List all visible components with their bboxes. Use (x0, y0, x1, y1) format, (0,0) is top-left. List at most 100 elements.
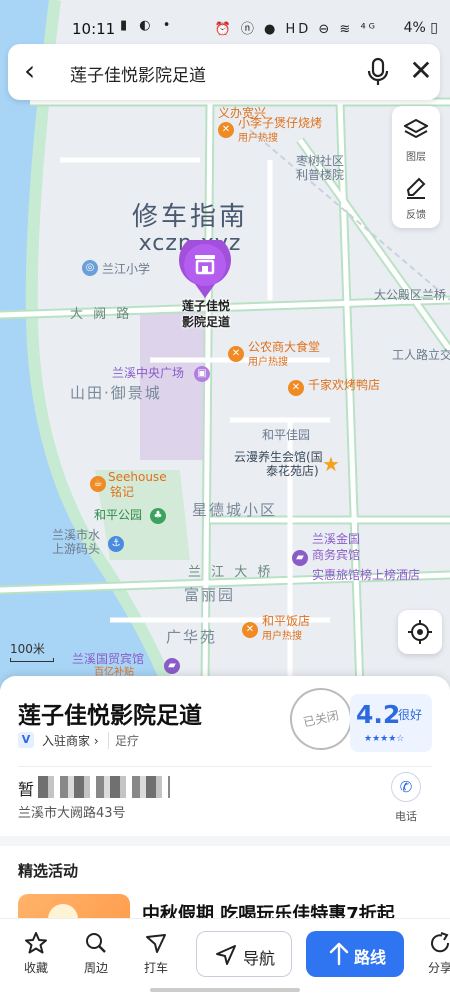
poi-coffee2: 铭记 (110, 485, 135, 499)
rating-score: 4.2 (356, 700, 401, 729)
poi-zhongyang[interactable]: 兰溪中央广场 (112, 366, 184, 380)
favorite-button[interactable]: 收藏 (14, 931, 58, 976)
share-label: 分享 (427, 961, 450, 975)
poi-gongnong-sub: 用户热搜 (248, 357, 288, 368)
locate-icon (408, 620, 432, 644)
poi-yunman[interactable]: 云漫养生会馆(国 (234, 450, 323, 464)
layers-label: 图层 (406, 152, 426, 163)
verified-badge: V (18, 732, 34, 748)
hotel-icon[interactable]: ▰ (164, 658, 180, 674)
section-gap (0, 836, 450, 846)
pin-label-line2: 影院足道 (181, 315, 230, 329)
search-query[interactable]: 莲子佳悦影院足道 (70, 61, 206, 86)
poi-yunman2: 泰花苑店) (266, 464, 319, 478)
closed-stamp: 已关闭 (284, 682, 358, 756)
nearby-button[interactable]: 周边 (74, 931, 118, 976)
search-bar[interactable]: ‹ 莲子佳悦影院足道 ✕ (8, 44, 440, 100)
merchant-tag[interactable]: 入驻商家 › (42, 732, 99, 749)
anchor-icon[interactable]: ⚓ (108, 536, 124, 552)
rating-desc: 很好 (398, 708, 423, 722)
shopping-icon[interactable]: ▣ (194, 366, 210, 382)
activity-section-title: 精选活动 (18, 862, 79, 880)
poi-lizi-sub: 用户热搜 (238, 133, 278, 144)
area-shantian: 山田·御景城 (70, 384, 162, 402)
taxi-label: 打车 (143, 961, 168, 975)
map-label-gongren: 工人路立交桥 (392, 348, 450, 362)
poi-lizi[interactable]: 小李子煲仔烧烤 (238, 116, 322, 130)
pin-label-line1: 莲子佳悦 (181, 299, 230, 313)
poi-gongnong[interactable]: 公农商大食堂 (248, 340, 320, 354)
hotel-icon[interactable]: ▰ (292, 550, 308, 566)
poi-jinguo2: 商务宾馆 (312, 548, 361, 562)
watermark-cn: 修车指南 (132, 202, 249, 232)
area-xingde: 星德城小区 (192, 501, 278, 519)
hours-prefix: 暂 (18, 780, 35, 799)
feedback-button[interactable]: 反馈 (392, 168, 440, 224)
selected-place-pin[interactable] (178, 234, 232, 300)
restaurant-icon[interactable]: ✕ (242, 622, 258, 638)
battery-indicator: 4% ▯ (403, 20, 438, 36)
navigation-arrow-icon (216, 945, 236, 965)
area-guanghua: 广华苑 (166, 628, 218, 646)
taxi-icon (146, 934, 166, 953)
category-tag: 足疗 (108, 732, 139, 749)
map-label-hepingjia: 和平佳园 (262, 428, 311, 442)
call-button[interactable]: ✆ 电话 (388, 772, 424, 826)
poi-heping-park[interactable]: 和平公园 (94, 508, 142, 522)
map-tools-panel: 图层 反馈 (392, 106, 440, 228)
status-bar: 10:11 ▮ ◐ • ⏰ ⓝ ● HD ⊖ ≋ ⁴ᴳ 4% ▯ (0, 0, 450, 40)
share-button[interactable]: 分享 (418, 931, 450, 976)
route-label: 路线 (354, 948, 387, 967)
scale-label: 100米 (10, 642, 45, 656)
star-icon[interactable]: ★ (322, 452, 340, 476)
poi-shihui[interactable]: 实惠旅馆榜上榜酒店 (312, 568, 420, 582)
blurred-hours (38, 776, 170, 798)
route-button[interactable]: 路线 (306, 931, 404, 977)
nearby-label: 周边 (83, 961, 108, 975)
close-icon[interactable]: ✕ (406, 54, 436, 88)
layers-button[interactable]: 图层 (392, 110, 440, 166)
poi-pier2: 上游码头 (52, 542, 101, 556)
home-indicator (150, 988, 300, 992)
status-time: 10:11 (72, 20, 116, 38)
call-label: 电话 (395, 810, 417, 823)
map-scale: 100米 (10, 640, 54, 662)
park-icon[interactable]: ♣ (150, 508, 166, 524)
poi-pier[interactable]: 兰溪市水 (52, 528, 100, 542)
microphone-icon[interactable] (364, 57, 392, 87)
map-pin-icon (179, 234, 231, 298)
map-label-village: 枣树社区 (296, 154, 345, 168)
taxi-button[interactable]: 打车 (134, 931, 178, 976)
status-left-icons: ▮ ◐ • (120, 18, 175, 33)
poi-coffee[interactable]: Seehouse (108, 470, 167, 484)
poi-qianjia[interactable]: 千家欢烤鸭店 (308, 378, 380, 392)
poi-school[interactable]: 兰江小学 (102, 262, 150, 276)
rating-stars: ★★★★☆ (364, 734, 405, 744)
selected-place-label: 莲子佳悦 影院足道 (170, 298, 242, 330)
share-icon (431, 932, 450, 953)
poi-heping-hotel[interactable]: 和平饭店 (262, 614, 310, 628)
search-icon (86, 933, 106, 953)
restaurant-icon[interactable]: ✕ (228, 346, 244, 362)
layers-icon (404, 118, 428, 139)
map-view[interactable]: 义办宽兴 ✕ 小李子煲仔烧烤 用户热搜 枣树社区 利普楼院 ◎ 兰江小学 大 阙… (0, 0, 450, 690)
restaurant-icon[interactable]: ✕ (288, 380, 304, 396)
locate-button[interactable] (398, 610, 442, 654)
road-dayue: 大 阙 路 (70, 307, 133, 322)
place-address[interactable]: 兰溪市大阙路43号 (18, 802, 126, 821)
restaurant-icon[interactable]: ✕ (218, 122, 234, 138)
route-arrow-icon (329, 942, 349, 966)
star-outline-icon (25, 932, 47, 954)
back-arrow-icon[interactable]: ‹ (24, 56, 52, 88)
poi-jinguo[interactable]: 兰溪金国 (312, 532, 360, 546)
phone-icon: ✆ (391, 772, 421, 802)
cafe-icon[interactable]: ☕ (90, 476, 106, 492)
map-label-village2: 利普楼院 (296, 168, 345, 182)
poi-guomao[interactable]: 兰溪国贸宾馆 (72, 652, 144, 666)
navigate-button[interactable]: 导航 (196, 931, 292, 977)
rating-box[interactable]: 4.2 很好 ★★★★☆ (350, 694, 432, 752)
edit-icon (406, 177, 426, 199)
school-icon[interactable]: ◎ (82, 260, 98, 276)
poi-heping-hotel-sub: 用户热搜 (262, 631, 302, 642)
place-name: 莲子佳悦影院足道 (18, 703, 202, 729)
